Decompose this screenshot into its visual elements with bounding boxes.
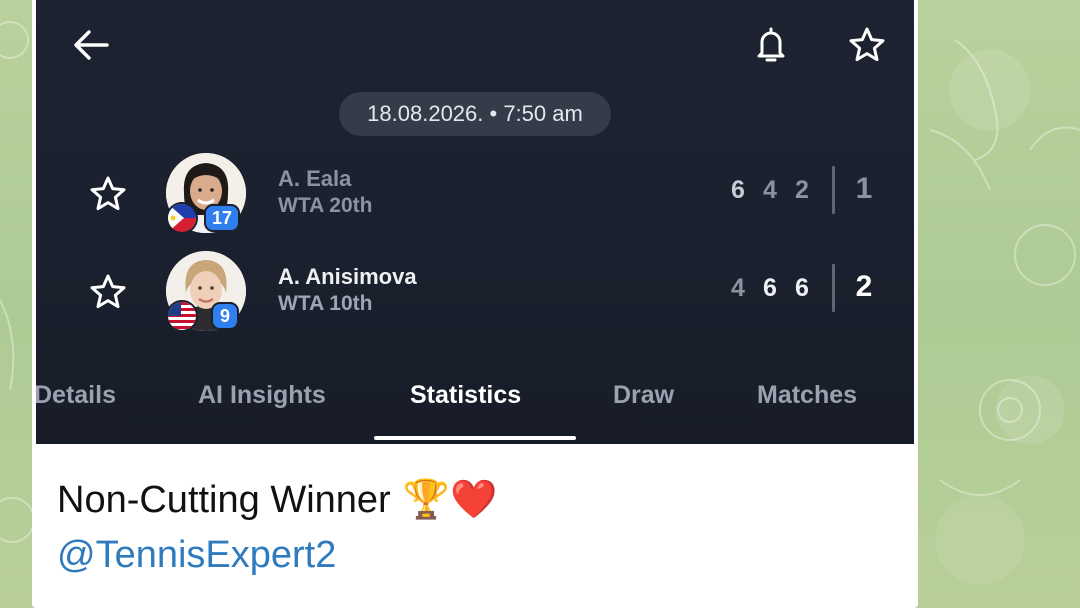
sets-won: 1 bbox=[855, 172, 873, 205]
score-divider bbox=[832, 166, 835, 214]
favorite-player-button[interactable] bbox=[86, 270, 130, 314]
tab-details[interactable]: Details bbox=[36, 370, 116, 420]
seed-badge: 17 bbox=[204, 204, 241, 232]
mention-link[interactable]: @TennisExpert2 bbox=[57, 534, 497, 586]
star-outline-icon bbox=[90, 274, 126, 309]
star-outline-icon bbox=[849, 27, 885, 62]
set-score: 6 bbox=[763, 274, 777, 302]
player-rank: WTA 20th bbox=[278, 194, 373, 217]
set-score: 4 bbox=[731, 274, 745, 302]
player-row[interactable]: 9 A. Anisimova WTA 10th 4 6 6 2 bbox=[36, 248, 914, 338]
message-bubble: 18.08.2026. • 7:50 am 17 A. Eala WTA 20t… bbox=[32, 0, 918, 608]
tab-statistics[interactable]: Statistics bbox=[410, 370, 521, 420]
tab-ai-insights[interactable]: AI Insights bbox=[198, 370, 326, 420]
player-name: A. Anisimova bbox=[278, 264, 417, 289]
seed-badge: 9 bbox=[211, 302, 239, 330]
player-rank: WTA 10th bbox=[278, 292, 373, 315]
set-scores: 4 6 6 bbox=[726, 274, 814, 303]
tab-draw[interactable]: Draw bbox=[613, 370, 674, 420]
bell-icon bbox=[757, 27, 785, 62]
player-name: A. Eala bbox=[278, 166, 352, 191]
star-outline-icon bbox=[90, 176, 126, 211]
match-tabs: Details AI Insights Statistics Draw Matc… bbox=[36, 370, 914, 444]
match-screenshot: 18.08.2026. • 7:50 am 17 A. Eala WTA 20t… bbox=[36, 0, 914, 444]
set-score: 4 bbox=[763, 176, 777, 204]
player-row[interactable]: 17 A. Eala WTA 20th 6 4 2 1 bbox=[36, 150, 914, 240]
sets-won: 2 bbox=[855, 270, 873, 303]
philippines-flag-icon bbox=[166, 202, 198, 234]
set-score: 2 bbox=[795, 176, 809, 204]
favorite-match-button[interactable] bbox=[842, 20, 892, 70]
usa-flag-icon bbox=[166, 300, 198, 332]
score-divider bbox=[832, 264, 835, 312]
notifications-button[interactable] bbox=[746, 20, 796, 70]
tab-matches[interactable]: Matches bbox=[757, 370, 857, 420]
trophy-heart-emoji: 🏆❤️ bbox=[402, 479, 498, 521]
set-score: 6 bbox=[731, 176, 745, 204]
message-caption: Non-Cutting Winner 🏆❤️ @TennisExpert2 bbox=[57, 474, 497, 586]
favorite-player-button[interactable] bbox=[86, 172, 130, 216]
back-button[interactable] bbox=[66, 20, 116, 70]
datetime-text: 18.08.2026. • 7:50 am bbox=[367, 101, 583, 126]
caption-text: Non-Cutting Winner bbox=[57, 478, 391, 521]
active-tab-indicator bbox=[374, 436, 576, 440]
match-datetime: 18.08.2026. • 7:50 am bbox=[339, 92, 611, 136]
set-scores: 6 4 2 bbox=[726, 176, 814, 205]
arrow-left-icon bbox=[74, 30, 109, 60]
set-score: 6 bbox=[795, 274, 809, 302]
